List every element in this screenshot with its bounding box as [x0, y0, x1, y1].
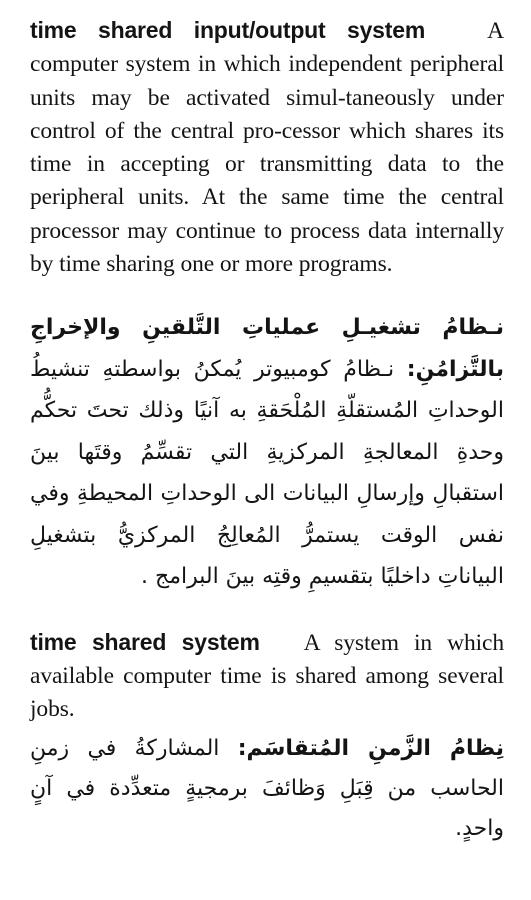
entry-arabic: نِظامُ الزَّمنِ المُتقاسَم: المشاركةُ في… [30, 729, 504, 849]
entry-term: time shared input/output system [30, 17, 426, 43]
entry-english: time shared system A system in which ava… [30, 626, 504, 727]
entry-arabic: نـظامُ تشغيـلِ عملياتِ التَّلقينِ والإخر… [30, 307, 504, 598]
entry-english: time shared input/output system A comput… [30, 14, 504, 281]
dictionary-page: time shared input/output system A comput… [30, 14, 504, 849]
entry-definition-arabic: نـظامُ كومبيوتر يُمكنُ بواسطتهِ تنشيطُ ا… [30, 356, 504, 590]
entry-term-arabic: نِظامُ الزَّمنِ المُتقاسَم: [237, 735, 504, 761]
entry-definition: A computer system in which independent p… [30, 18, 504, 278]
entry-term: time shared system [30, 628, 260, 655]
